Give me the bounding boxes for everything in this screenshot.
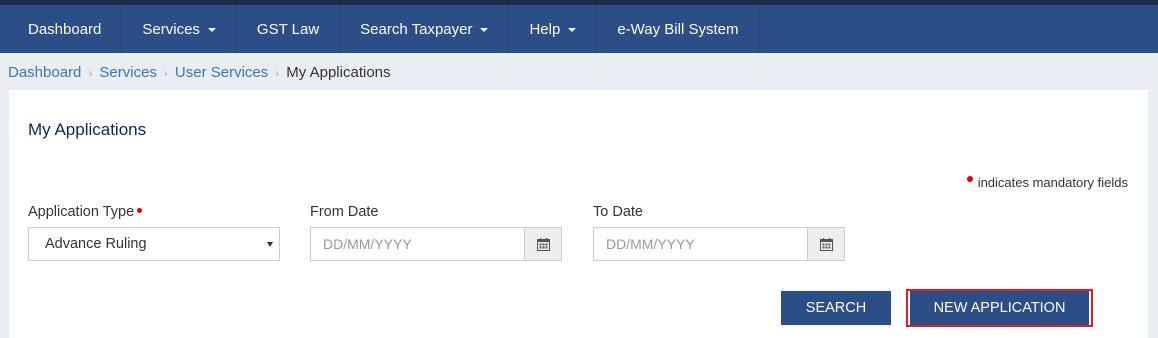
page-title: My Applications	[28, 120, 147, 139]
mandatory-dot-icon	[137, 208, 143, 213]
new-application-highlight: NEW APPLICATION	[906, 289, 1093, 327]
nav-gst-law[interactable]: GST Law	[237, 5, 341, 53]
applications-panel: My Applications indicates mandatory fiel…	[9, 90, 1148, 338]
from-date-input[interactable]	[310, 227, 524, 261]
nav-eway-bill[interactable]: e-Way Bill System	[597, 5, 760, 53]
from-date-label-text: From Date	[310, 204, 379, 220]
caret-down-icon	[207, 28, 216, 32]
caret-down-icon	[568, 28, 577, 32]
mandatory-dot-icon	[966, 176, 973, 182]
from-date-calendar-button[interactable]	[524, 227, 562, 261]
nav-gst-law-label: GST Law	[256, 20, 320, 38]
nav-help[interactable]: Help	[509, 5, 598, 53]
nav-dashboard[interactable]: Dashboard	[0, 5, 123, 53]
mandatory-note: indicates mandatory fields	[966, 175, 1128, 190]
breadcrumb-user-services[interactable]: User Services	[175, 64, 268, 81]
to-date-label-text: To Date	[593, 204, 643, 220]
to-date-calendar-button[interactable]	[807, 227, 845, 261]
to-date-label: To Date	[593, 204, 643, 220]
application-type-label: Application Type	[28, 204, 143, 220]
nav-search-taxpayer-label: Search Taxpayer	[360, 20, 473, 38]
application-type-value: Advance Ruling	[45, 236, 147, 252]
dropdown-arrow-icon	[267, 242, 273, 247]
to-date-group	[593, 227, 845, 261]
breadcrumb-current: My Applications	[286, 64, 391, 81]
application-type-select[interactable]: Advance Ruling	[28, 227, 280, 261]
nav-services-label: Services	[142, 20, 200, 38]
new-application-button[interactable]: NEW APPLICATION	[910, 291, 1089, 325]
breadcrumb: Dashboard › Services › User Services › M…	[8, 64, 391, 81]
nav-eway-bill-label: e-Way Bill System	[617, 20, 739, 38]
breadcrumb-dashboard[interactable]: Dashboard	[8, 64, 81, 81]
main-navbar: Dashboard Services GST Law Search Taxpay…	[0, 5, 1158, 53]
chevron-right-icon: ›	[275, 65, 280, 80]
breadcrumb-services[interactable]: Services	[99, 64, 157, 81]
chevron-right-icon: ›	[163, 65, 168, 80]
nav-help-label: Help	[529, 20, 561, 38]
search-button[interactable]: SEARCH	[781, 291, 891, 325]
from-date-group	[310, 227, 562, 261]
chevron-right-icon: ›	[88, 65, 93, 80]
nav-search-taxpayer[interactable]: Search Taxpayer	[340, 5, 510, 53]
nav-dashboard-label: Dashboard	[28, 20, 102, 38]
to-date-input[interactable]	[593, 227, 807, 261]
calendar-icon	[536, 237, 550, 251]
calendar-icon	[819, 237, 833, 251]
nav-services[interactable]: Services	[122, 5, 237, 53]
caret-down-icon	[480, 28, 489, 32]
application-type-label-text: Application Type	[28, 204, 135, 220]
from-date-label: From Date	[310, 204, 379, 220]
mandatory-note-text: indicates mandatory fields	[977, 175, 1128, 190]
